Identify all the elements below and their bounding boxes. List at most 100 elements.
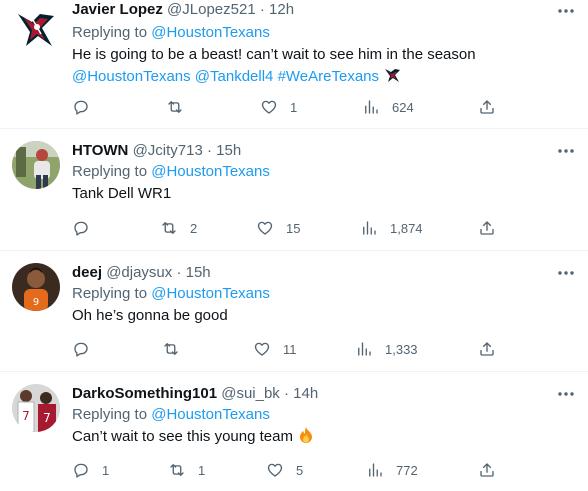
like-icon — [267, 463, 283, 477]
timestamp[interactable]: 15h — [186, 264, 211, 281]
retweet-button[interactable] — [162, 339, 192, 359]
share-icon — [480, 100, 494, 114]
timestamp[interactable]: 14h — [293, 385, 318, 402]
more-options-button[interactable] — [556, 141, 576, 161]
replying-to-mention[interactable]: @HoustonTexans — [151, 24, 270, 41]
display-name[interactable]: DarkoSomething101 — [72, 385, 217, 402]
retweet-icon — [168, 101, 182, 113]
views-icon — [365, 100, 378, 114]
like-count: 15 — [286, 220, 301, 236]
like-button[interactable]: 1 — [260, 97, 297, 117]
more-options-button[interactable] — [556, 263, 576, 283]
more-icon — [558, 149, 574, 153]
retweet-count: 2 — [190, 220, 198, 236]
timestamp[interactable]: 12h — [269, 1, 294, 18]
like-button[interactable]: 5 — [266, 460, 303, 480]
reply-feed: Javier Lopez @JLopez521 · 12h Replying t… — [0, 0, 588, 491]
hashtag-link[interactable]: #WeAreTexans — [278, 68, 379, 85]
user-handle[interactable]: @Jcity713 — [133, 142, 203, 159]
avatar[interactable] — [12, 141, 60, 189]
avatar[interactable]: 7 7 — [12, 384, 60, 432]
replying-to-line: Replying to @HoustonTexans — [72, 404, 548, 426]
timestamp[interactable]: 15h — [216, 142, 241, 159]
views-button[interactable]: 772 — [366, 460, 418, 480]
football-player-photo-icon — [12, 141, 60, 189]
tweet-header: deej @djaysux · 15h — [72, 263, 548, 283]
views-icon — [363, 221, 376, 235]
user-handle[interactable]: @JLopez521 — [167, 1, 256, 18]
views-button[interactable]: 1,874 — [360, 218, 423, 238]
replying-to-mention[interactable]: @HoustonTexans — [151, 406, 270, 423]
more-icon — [558, 271, 574, 275]
share-icon — [480, 221, 494, 235]
reply-button[interactable] — [72, 97, 102, 117]
more-icon — [558, 9, 574, 13]
like-icon — [257, 221, 273, 235]
more-options-button[interactable] — [556, 384, 576, 404]
tweet-actions: 1 624 — [72, 97, 502, 117]
user-handle[interactable]: @djaysux — [106, 264, 172, 281]
retweet-icon — [162, 222, 176, 234]
replying-to-mention[interactable]: @HoustonTexans — [151, 285, 270, 302]
retweet-button[interactable]: 2 — [160, 218, 197, 238]
display-name[interactable]: deej — [72, 264, 102, 281]
players-number-seven-photo-icon: 7 7 — [12, 384, 60, 432]
fire-emoji — [300, 427, 313, 443]
mention-link[interactable]: @HoustonTexans — [72, 68, 191, 85]
tweet-header: Javier Lopez @JLopez521 · 12h — [72, 0, 548, 20]
separator-dot: · — [207, 142, 212, 159]
replying-to-label: Replying to — [72, 24, 148, 41]
replying-to-line: Replying to @HoustonTexans — [72, 283, 548, 305]
tweet-header: DarkoSomething101 @sui_bk · 14h — [72, 384, 548, 404]
share-button[interactable] — [478, 97, 496, 117]
retweet-button[interactable] — [166, 97, 196, 117]
tweet-text: Tank Dell WR1 — [72, 185, 172, 202]
tweet-text: He is going to be a beast! can’t wait to… — [72, 44, 548, 88]
reply-button[interactable] — [72, 218, 102, 238]
reply-icon — [74, 342, 88, 357]
share-icon — [480, 342, 494, 356]
tweet-htown[interactable]: HTOWN @Jcity713 · 15h Replying to @Houst… — [0, 129, 588, 250]
tweet-deej[interactable]: 9 deej @djaysux · 15h Replying to @Houst… — [0, 251, 588, 371]
replying-to-mention[interactable]: @HoustonTexans — [151, 163, 270, 180]
reply-icon — [74, 221, 88, 236]
more-options-button[interactable] — [556, 1, 576, 21]
views-button[interactable]: 624 — [362, 97, 414, 117]
views-button[interactable]: 1,333 — [355, 339, 418, 359]
separator-dot: · — [283, 385, 289, 402]
share-button[interactable] — [478, 339, 496, 359]
display-name[interactable]: Javier Lopez — [72, 1, 163, 18]
share-icon — [480, 463, 494, 477]
tweet-actions: 2 15 1,874 — [72, 218, 502, 238]
reply-button[interactable]: 1 — [72, 460, 109, 480]
person-orange-jersey-photo-icon: 9 — [12, 263, 60, 311]
like-button[interactable]: 15 — [256, 218, 300, 238]
like-count: 5 — [296, 462, 304, 478]
retweet-button[interactable]: 1 — [168, 460, 205, 480]
user-handle[interactable]: @sui_bk — [221, 385, 280, 402]
tweet-darkosomething101[interactable]: 7 7 DarkoSomething101 @sui_bk · 14h Repl… — [0, 372, 588, 491]
replying-to-label: Replying to — [72, 163, 148, 180]
tweet-actions: 1 1 5 772 — [72, 460, 502, 480]
texans-flag-emoji — [385, 69, 401, 82]
display-name[interactable]: HTOWN — [72, 142, 128, 159]
avatar[interactable]: 9 — [12, 263, 60, 311]
separator-dot: · — [259, 1, 265, 18]
tweet-header: HTOWN @Jcity713 · 15h — [72, 141, 548, 161]
tweet-javier-lopez[interactable]: Javier Lopez @JLopez521 · 12h Replying t… — [0, 0, 588, 128]
share-button[interactable] — [478, 460, 496, 480]
like-button[interactable]: 11 — [253, 339, 297, 359]
avatar[interactable] — [12, 6, 60, 54]
mention-link[interactable]: @Tankdell4 — [195, 68, 274, 85]
share-button[interactable] — [478, 218, 496, 238]
retweet-icon — [170, 464, 184, 476]
like-count: 11 — [283, 341, 297, 357]
like-count: 1 — [290, 99, 298, 115]
svg-text:9: 9 — [33, 297, 39, 308]
like-icon — [261, 100, 277, 114]
views-count: 772 — [396, 462, 418, 478]
reply-button[interactable] — [72, 339, 102, 359]
reply-count: 1 — [102, 462, 110, 478]
reply-icon — [74, 100, 88, 115]
retweet-count: 1 — [198, 462, 206, 478]
